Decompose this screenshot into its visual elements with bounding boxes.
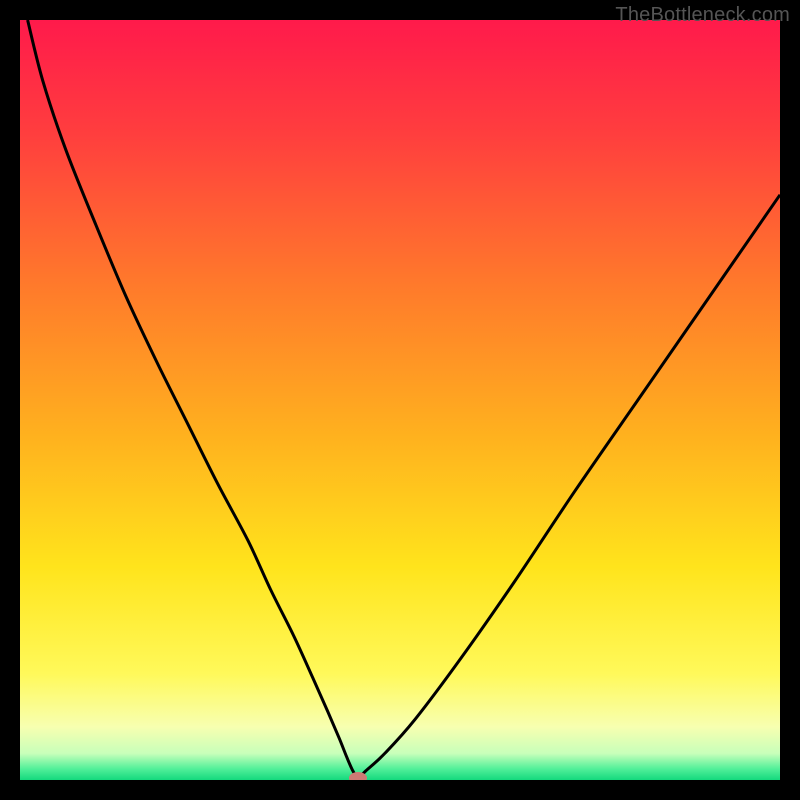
optimal-point-marker: [349, 772, 367, 780]
bottleneck-curve: [20, 20, 780, 780]
plot-area: [20, 20, 780, 780]
watermark-text: TheBottleneck.com: [615, 4, 790, 27]
chart-frame: TheBottleneck.com: [0, 0, 800, 800]
